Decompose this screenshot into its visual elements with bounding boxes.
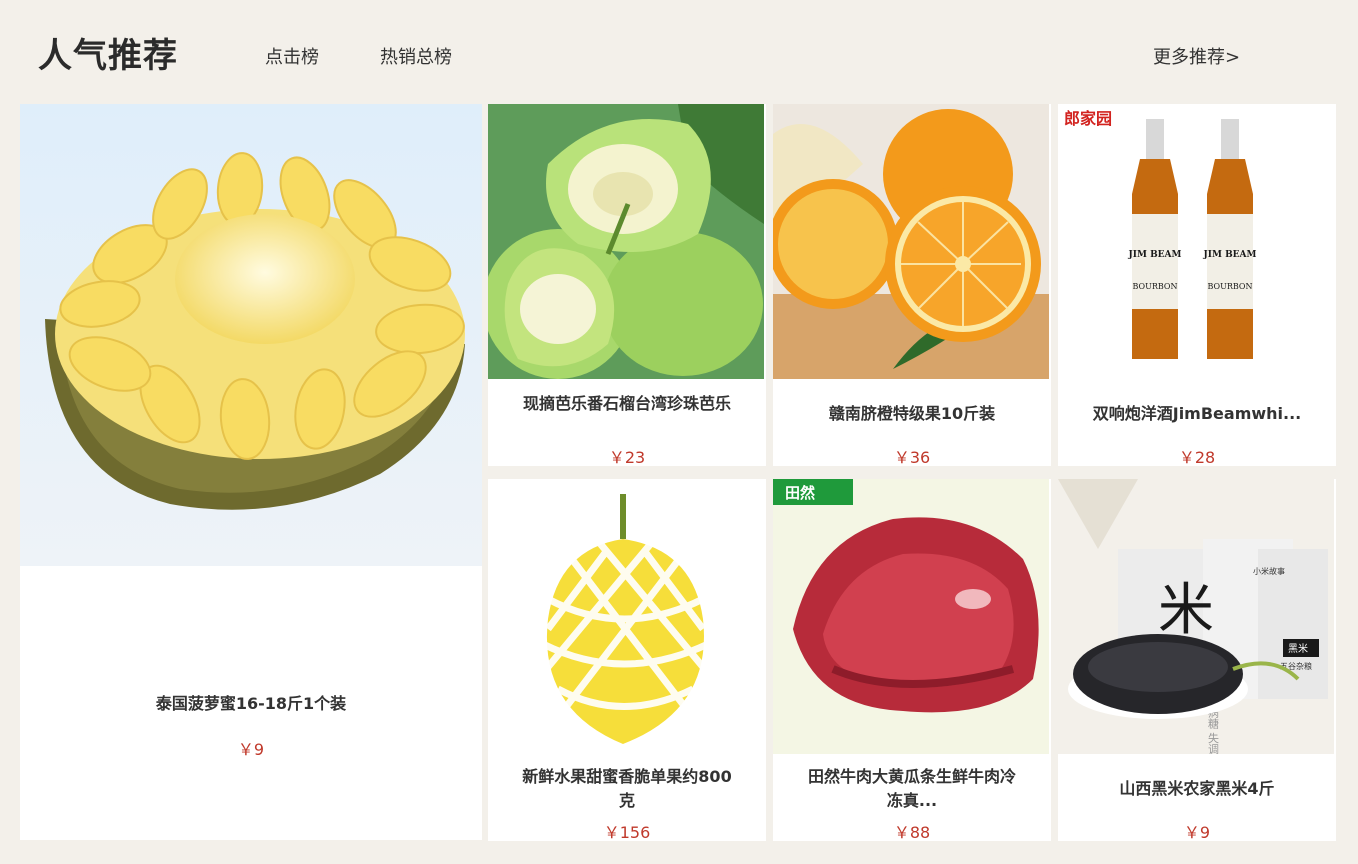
product-name[interactable]: 新鲜水果甜蜜香脆单果约800克 <box>488 765 766 813</box>
product-name[interactable]: 山西黑米农家黑米4斤 <box>1058 777 1336 801</box>
product-card-bourbon[interactable]: 郎家园 JIM BEAM BOURBON JIM BEAM BOURBON 双响… <box>1058 104 1336 466</box>
product-price: ￥156 <box>603 823 651 841</box>
store-logo-1: 郎家园 <box>1064 109 1112 128</box>
more-recommendations-link[interactable]: 更多推荐> <box>1153 43 1240 69</box>
pear-in-net-image[interactable] <box>488 479 764 754</box>
svg-text:BOURBON: BOURBON <box>1208 282 1253 291</box>
product-price: ￥28 <box>1178 448 1216 466</box>
product-name[interactable]: 双响炮洋酒JimBeamwhi... <box>1058 402 1336 426</box>
product-name[interactable]: 泰国菠萝蜜16-18斤1个装 <box>20 692 482 716</box>
black-rice-image[interactable]: 生活有相 饮食对健 重建合 因此 疾病糖 失调 导致饮 所占比例增加 小米故事 … <box>1058 479 1334 754</box>
product-name[interactable]: 田然牛肉大黄瓜条生鲜牛肉冷冻真... <box>773 765 1051 813</box>
svg-text:JIM BEAM: JIM BEAM <box>1203 250 1257 260</box>
tab-click-ranking[interactable]: 点击榜 <box>265 43 319 69</box>
product-price: ￥9 <box>237 740 265 759</box>
svg-text:JIM BEAM: JIM BEAM <box>1128 250 1182 260</box>
rice-bag-label: 黑米 <box>1288 642 1308 655</box>
product-card-jackfruit[interactable]: 泰国菠萝蜜16-18斤1个装 ￥9 <box>20 104 482 840</box>
orange-image[interactable] <box>773 104 1049 379</box>
tab-bestseller-ranking[interactable]: 热销总榜 <box>380 43 452 69</box>
product-price: ￥23 <box>608 448 646 466</box>
beef-image[interactable]: 田然 <box>773 479 1049 754</box>
svg-text:BOURBON: BOURBON <box>1133 282 1178 291</box>
product-card-black-rice[interactable]: 生活有相 饮食对健 重建合 因此 疾病糖 失调 导致饮 所占比例增加 小米故事 … <box>1058 479 1336 841</box>
product-price: ￥36 <box>893 448 931 466</box>
section-title: 人气推荐 <box>38 36 178 76</box>
bourbon-bottles-image[interactable]: 郎家园 JIM BEAM BOURBON JIM BEAM BOURBON <box>1058 104 1334 379</box>
rice-bag-top: 小米故事 <box>1253 566 1285 576</box>
guava-image[interactable] <box>488 104 764 379</box>
product-price: ￥88 <box>893 823 931 841</box>
product-price: ￥9 <box>1183 823 1211 841</box>
product-card-beef[interactable]: 田然 田然牛肉大黄瓜条生鲜牛肉冷冻真... ￥88 <box>773 479 1051 841</box>
store-logo-2: 田然 <box>785 484 815 502</box>
product-name[interactable]: 现摘芭乐番石榴台湾珍珠芭乐 <box>488 392 766 416</box>
header: 人气推荐 点击榜 热销总榜 更多推荐> <box>0 0 1358 104</box>
product-card-pear[interactable]: 新鲜水果甜蜜香脆单果约800克 ￥156 <box>488 479 766 841</box>
product-card-orange[interactable]: 赣南脐橙特级果10斤装 ￥36 <box>773 104 1051 466</box>
rice-bag-big: 米 <box>1158 578 1214 643</box>
jackfruit-image[interactable] <box>20 104 482 566</box>
product-name[interactable]: 赣南脐橙特级果10斤装 <box>773 402 1051 426</box>
product-card-guava[interactable]: 现摘芭乐番石榴台湾珍珠芭乐 ￥23 <box>488 104 766 466</box>
